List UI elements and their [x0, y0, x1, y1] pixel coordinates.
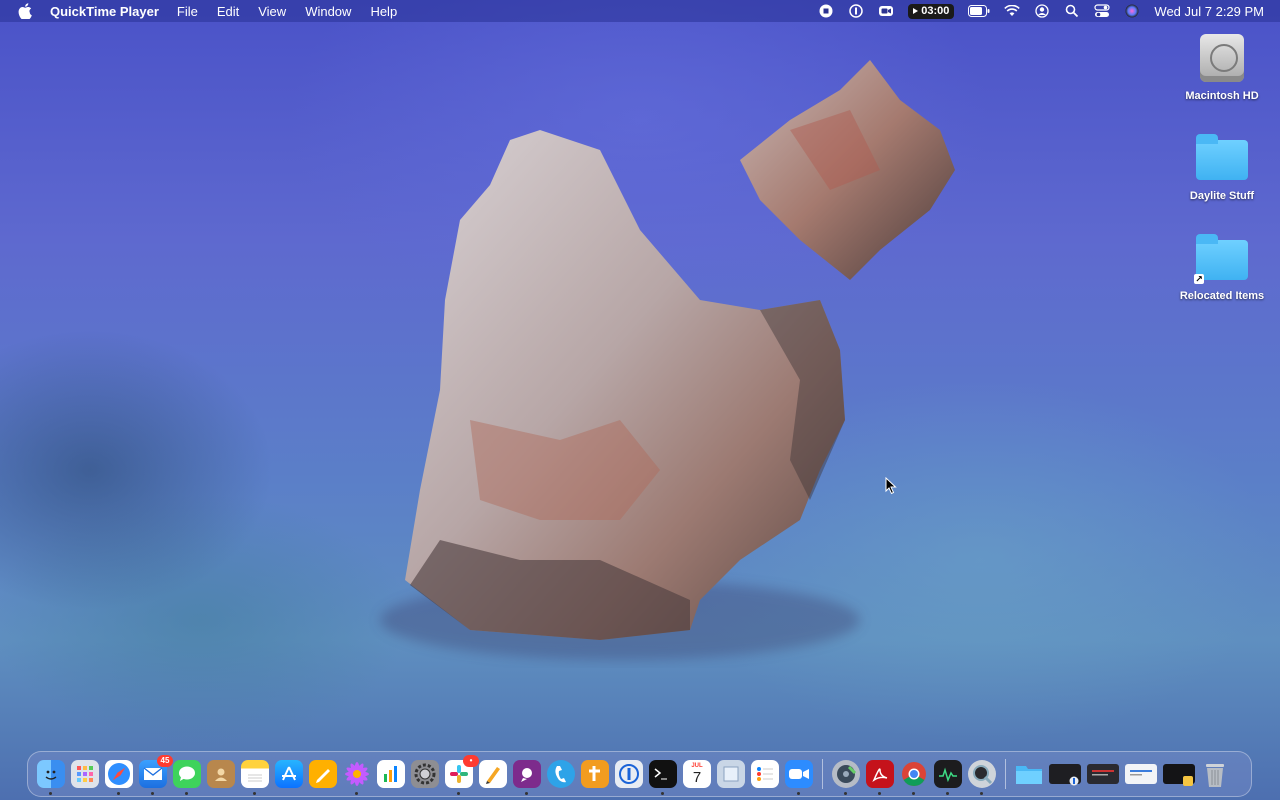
running-indicator: [525, 792, 528, 795]
menubar-clock[interactable]: Wed Jul 7 2:29 PM: [1154, 4, 1264, 19]
menu-view[interactable]: View: [258, 4, 286, 19]
dock-app-store-icon[interactable]: [275, 760, 303, 788]
dock-disk-utility-icon[interactable]: [832, 760, 860, 795]
1password-icon[interactable]: [848, 3, 864, 19]
dock-tally-icon[interactable]: [581, 760, 609, 788]
dock-messages-icon[interactable]: [173, 760, 201, 795]
running-indicator: [151, 792, 154, 795]
menu-window[interactable]: Window: [305, 4, 351, 19]
menu-help[interactable]: Help: [370, 4, 397, 19]
desktop-icon-daylite-stuff[interactable]: Daylite Stuff: [1172, 130, 1272, 202]
stop-recording-icon[interactable]: [818, 3, 834, 19]
apple-logo-icon[interactable]: [18, 3, 34, 19]
siri-icon[interactable]: [1124, 3, 1140, 19]
dock-calendar-icon[interactable]: JUL 7: [683, 760, 711, 788]
calendar-day: 7: [692, 768, 702, 786]
running-indicator: [117, 792, 120, 795]
wifi-icon[interactable]: [1004, 3, 1021, 19]
dock-folder-icon[interactable]: [1015, 760, 1043, 788]
folder-alias-icon: ↗: [1194, 230, 1250, 286]
search-icon[interactable]: [1064, 3, 1080, 19]
dock-trash-icon[interactable]: [1201, 760, 1229, 788]
wallpaper-rocks: [380, 60, 955, 660]
running-indicator: [844, 792, 847, 795]
menu-file[interactable]: File: [177, 4, 198, 19]
dock-mail-icon[interactable]: 45: [139, 755, 173, 795]
dock-pages-icon[interactable]: [309, 760, 337, 788]
running-indicator: [49, 792, 52, 795]
user-icon[interactable]: [1034, 3, 1050, 19]
desktop-icon-label: Macintosh HD: [1185, 90, 1259, 102]
desktop-icon-label: Relocated Items: [1179, 290, 1265, 302]
dock-chrome-icon[interactable]: [900, 760, 928, 795]
dock-separator: [822, 759, 823, 789]
dock-slack-icon[interactable]: •: [445, 755, 479, 795]
running-indicator: [457, 792, 460, 795]
dock-minimized-window-1[interactable]: [1049, 764, 1081, 786]
slack-notification-badge: •: [463, 755, 479, 767]
running-indicator: [355, 792, 358, 795]
desktop-icon-relocated-items[interactable]: ↗ Relocated Items: [1172, 230, 1272, 302]
recording-timer[interactable]: 03:00: [908, 3, 955, 19]
running-indicator: [946, 792, 949, 795]
dock-minimized-window-3[interactable]: [1125, 764, 1157, 784]
play-icon: [913, 8, 919, 14]
running-indicator: [912, 792, 915, 795]
running-indicator: [980, 792, 983, 795]
dock-system-preferences-icon[interactable]: [411, 760, 439, 788]
dock-acrobat-icon[interactable]: [866, 760, 894, 795]
dock-contacts-icon[interactable]: [207, 760, 235, 788]
desktop-icon-label: Daylite Stuff: [1189, 190, 1255, 202]
running-indicator: [253, 792, 256, 795]
mail-unread-badge: 45: [157, 755, 173, 767]
dock-reminders-icon[interactable]: [751, 760, 779, 788]
mouse-cursor-icon: [885, 477, 897, 495]
dock: 45 • JUL 7: [27, 751, 1252, 797]
dock-activity-monitor-icon[interactable]: [934, 760, 962, 795]
dock-numbers-icon[interactable]: [377, 760, 405, 788]
dock-notes-icon[interactable]: [241, 760, 269, 795]
dock-zoom-icon[interactable]: [785, 760, 813, 795]
running-indicator: [797, 792, 800, 795]
dock-phone-app-icon[interactable]: [547, 760, 575, 788]
dock-minimized-window-2[interactable]: [1087, 764, 1119, 784]
menu-edit[interactable]: Edit: [217, 4, 239, 19]
dock-quicktime-icon[interactable]: [968, 760, 996, 795]
running-indicator: [185, 792, 188, 795]
control-center-icon[interactable]: [1094, 3, 1111, 19]
dock-safari-icon[interactable]: [105, 760, 133, 795]
folder-icon: [1194, 130, 1250, 186]
dock-separator: [1005, 759, 1006, 789]
battery-icon[interactable]: [968, 3, 990, 19]
running-indicator: [878, 792, 881, 795]
dock-launchpad-icon[interactable]: [71, 760, 99, 788]
app-menu-quicktime[interactable]: QuickTime Player: [50, 4, 159, 19]
running-indicator: [661, 792, 664, 795]
desktop-icon-macintosh-hd[interactable]: Macintosh HD: [1172, 30, 1272, 102]
dock-minimized-window-4[interactable]: [1163, 764, 1195, 786]
dock-preview-icon[interactable]: [717, 760, 745, 788]
dock-pencil-app-icon[interactable]: [479, 760, 507, 788]
dock-terminal-icon[interactable]: [649, 760, 677, 795]
dock-finder-icon[interactable]: [37, 760, 65, 795]
zoom-video-icon[interactable]: [878, 3, 894, 19]
dock-business-app-icon[interactable]: [513, 760, 541, 795]
menu-bar: QuickTime Player File Edit View Window H…: [0, 0, 1280, 22]
dock-flower-icon[interactable]: [343, 760, 371, 795]
hard-drive-icon: [1194, 30, 1250, 86]
dock-1password-icon[interactable]: [615, 760, 643, 788]
